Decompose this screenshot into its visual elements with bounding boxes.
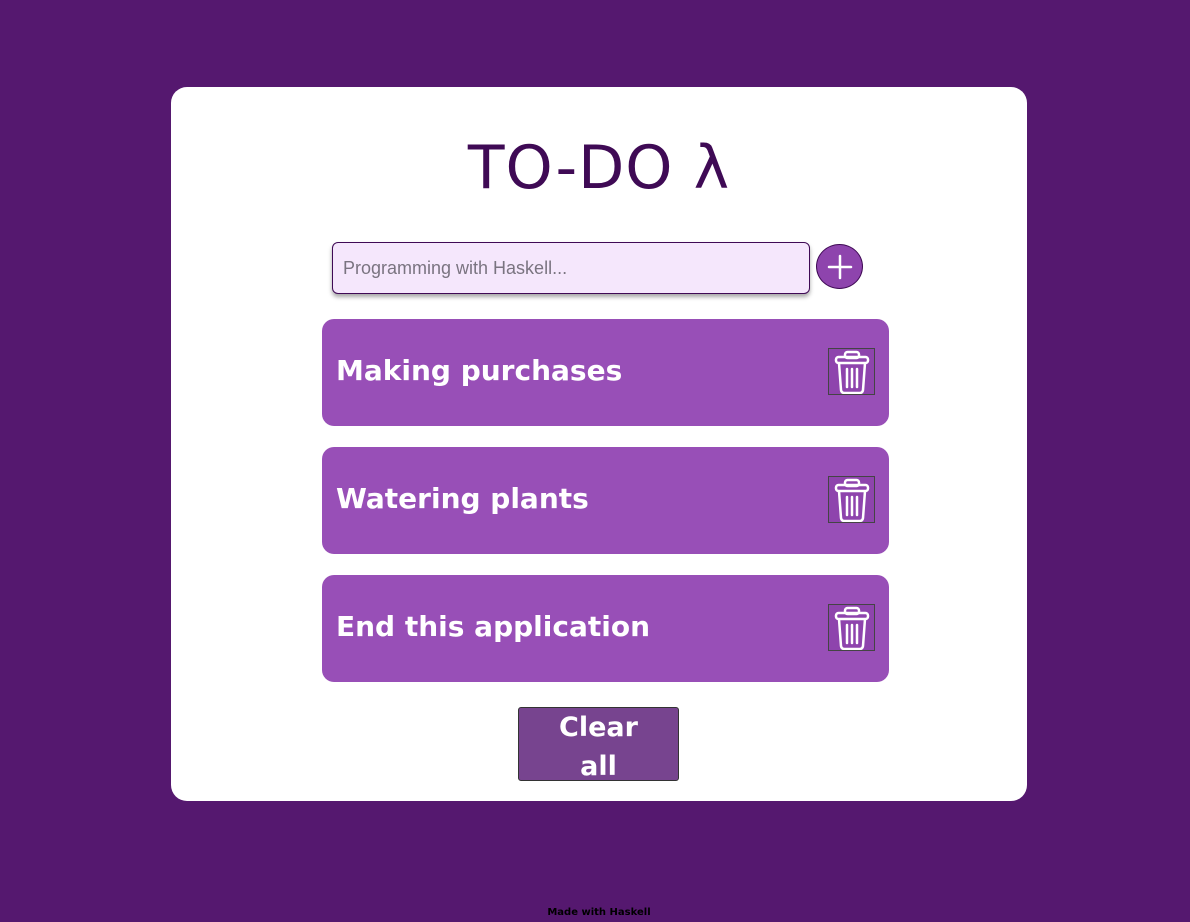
new-task-input[interactable] [332, 242, 810, 294]
delete-task-button[interactable] [828, 604, 875, 651]
clear-all-button[interactable]: Clear all [518, 707, 679, 782]
task-item: Watering plants [322, 447, 889, 554]
trash-icon [834, 350, 870, 394]
task-item: End this application [322, 575, 889, 682]
add-task-button[interactable] [816, 244, 863, 289]
footer-text: Made with Haskell [547, 907, 651, 918]
trash-icon [834, 606, 870, 650]
task-label: Making purchases [336, 354, 623, 387]
task-label: Watering plants [336, 482, 589, 515]
task-item: Making purchases [322, 319, 889, 426]
page-title: TO-DO λ [467, 133, 731, 203]
delete-task-button[interactable] [828, 348, 875, 395]
trash-icon [834, 478, 870, 522]
plus-icon [827, 254, 853, 280]
delete-task-button[interactable] [828, 476, 875, 523]
task-label: End this application [336, 610, 651, 643]
